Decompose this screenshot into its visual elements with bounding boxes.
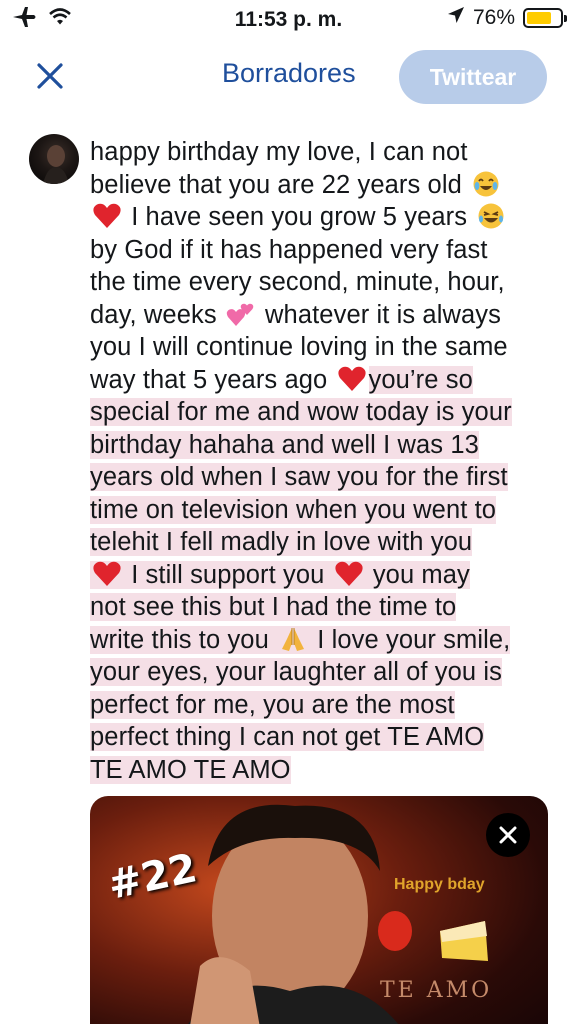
battery-icon [523,8,567,28]
status-right: 76% [447,6,567,30]
red-heart-icon [93,203,121,228]
text-line: your eyes, your laughter all of you is [90,658,503,686]
image-overlay-happy-bday: Happy bday [394,876,485,893]
image-overlay-te-amo: TE AMO [380,978,493,1003]
remove-media-button[interactable] [486,813,530,857]
text-line: way that 5 years ago you’re so [90,365,473,394]
text-line: you I will continue loving in the same [90,333,508,361]
close-icon [37,63,63,89]
avatar-image [43,145,69,184]
battery-fill [527,12,552,24]
close-icon [499,826,517,844]
laughing-emoji-icon [478,203,504,229]
text-line: special for me and wow today is your [90,398,512,426]
tweet-button[interactable]: Twittear [399,50,547,104]
text-line: the time every second, minute, hour, [90,268,505,296]
compose-nav: Borradores Twittear [0,44,577,108]
two-hearts-icon [226,303,254,326]
avatar[interactable] [29,134,79,184]
text-line: years old when I saw you for the first [90,463,508,491]
text-line: believe that you are 22 years old [90,169,552,202]
status-bar: 11:53 p. m. 76% [0,0,577,38]
text-line: time on television when you went to [90,495,497,524]
location-arrow-icon [447,6,465,30]
tweet-text-area[interactable]: happy birthday my love, I can not believ… [90,136,552,786]
close-button[interactable] [30,56,70,96]
text-line: day, weeks whatever it is always [90,300,501,329]
red-heart-icon [93,561,121,586]
text-line: by God if it has happened very fast [90,235,488,264]
text-line: I still support you you may [90,559,552,592]
red-heart-icon [337,366,366,391]
text-line: not see this but I had the time to [90,593,457,621]
crying-laughing-emoji-icon [473,171,499,196]
battery-percent: 76% [472,6,515,29]
drafts-link[interactable]: Borradores [222,58,356,89]
text-line: telehit I fell madly in love with you [90,528,473,556]
text-line: perfect for me, you are the most [90,690,455,719]
text-line: TE AMO TE AMO [90,755,291,784]
overflow-text: you’re so [368,365,473,394]
attached-image[interactable]: #22 Happy bday TE AMO [90,796,548,1024]
text-line: perfect thing I can not get TE AMO [90,723,485,751]
text-line: I have seen you grow 5 years [90,201,552,234]
text-line: write this to you I love your smile, [90,625,511,654]
text-line: birthday hahaha and well I was 13 [90,430,479,459]
red-heart-icon [335,561,363,586]
text-line: happy birthday my love, I can not [90,138,468,166]
folded-hands-icon [282,627,305,651]
